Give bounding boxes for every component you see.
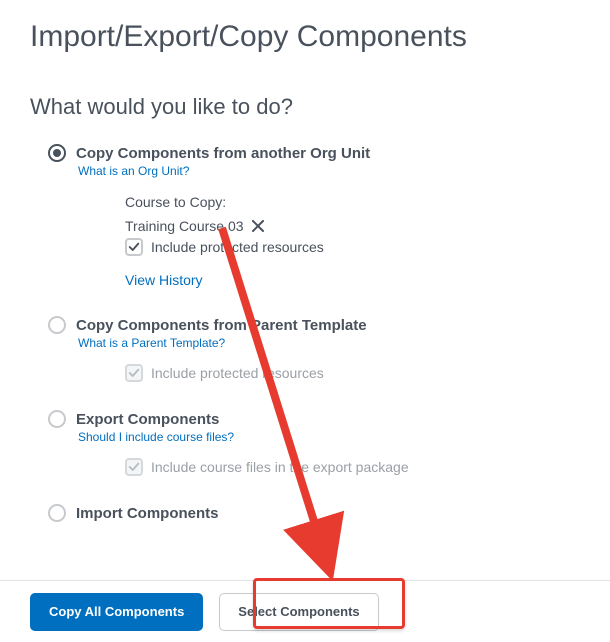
include-course-files-label: Include course files in the export packa…: [151, 459, 409, 475]
radio-copy-org[interactable]: [48, 144, 66, 162]
page-title: Import/Export/Copy Components: [30, 20, 580, 54]
footer-toolbar: Copy All Components Select Components: [0, 580, 610, 642]
radio-copy-parent[interactable]: [48, 316, 66, 334]
course-to-copy-label: Course to Copy:: [125, 194, 580, 210]
include-protected-label-org: Include protected resources: [151, 239, 324, 255]
option-label-import: Import Components: [76, 505, 219, 522]
option-import: Import Components: [30, 504, 580, 522]
help-link-org-unit[interactable]: What is an Org Unit?: [30, 164, 580, 178]
option-label-copy-org: Copy Components from another Org Unit: [76, 145, 370, 162]
checkbox-include-protected-org[interactable]: [125, 238, 143, 256]
remove-course-icon[interactable]: [252, 220, 264, 232]
checkbox-include-protected-parent: [125, 364, 143, 382]
option-label-export: Export Components: [76, 411, 219, 428]
checkbox-include-course-files: [125, 458, 143, 476]
radio-import[interactable]: [48, 504, 66, 522]
include-protected-label-parent: Include protected resources: [151, 365, 324, 381]
select-components-button[interactable]: Select Components: [219, 593, 378, 631]
copy-all-button[interactable]: Copy All Components: [30, 593, 203, 631]
help-link-course-files[interactable]: Should I include course files?: [30, 430, 580, 444]
option-copy-parent: Copy Components from Parent Template Wha…: [30, 316, 580, 382]
radio-export[interactable]: [48, 410, 66, 428]
view-history-link[interactable]: View History: [125, 272, 580, 288]
option-export: Export Components Should I include cours…: [30, 410, 580, 476]
page-subtitle: What would you like to do?: [30, 94, 580, 120]
selected-course-name: Training Course 03: [125, 218, 244, 234]
help-link-parent-template[interactable]: What is a Parent Template?: [30, 336, 580, 350]
option-copy-org: Copy Components from another Org Unit Wh…: [30, 144, 580, 288]
option-label-copy-parent: Copy Components from Parent Template: [76, 317, 367, 334]
